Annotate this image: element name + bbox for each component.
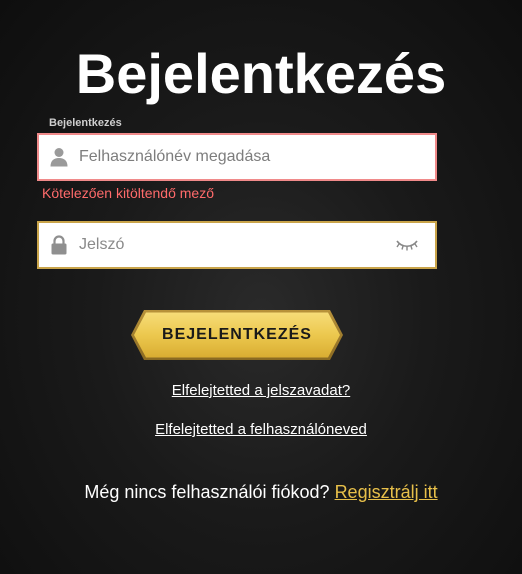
forgot-username-link[interactable]: Elfelejtetted a felhasználóneved [155,421,367,438]
lock-icon [49,234,69,256]
user-icon [49,146,69,168]
register-link[interactable]: Regisztrálj itt [335,482,438,502]
forgot-password-row: Elfelejtetted a jelszavadat? [0,382,522,399]
username-field[interactable] [37,133,437,181]
forgot-password-link[interactable]: Elfelejtetted a jelszavadat? [172,382,350,399]
forgot-username-row: Elfelejtetted a felhasználóneved [0,421,522,438]
login-button-label: BEJELENTKEZÉS [162,326,312,343]
username-label: Bejelentkezés [49,117,122,129]
username-input[interactable] [79,135,435,179]
login-button[interactable]: BEJELENTKEZÉS [130,309,344,361]
username-error-message: Kötelezően kitöltendő mező [42,185,214,201]
password-input[interactable] [79,223,393,267]
password-field[interactable] [37,221,437,269]
register-row: Még nincs felhasználói fiókod? Regisztrá… [0,482,522,503]
eye-closed-icon[interactable] [393,234,421,256]
register-prompt: Még nincs felhasználói fiókod? [84,482,330,502]
page-title: Bejelentkezés [75,42,447,105]
